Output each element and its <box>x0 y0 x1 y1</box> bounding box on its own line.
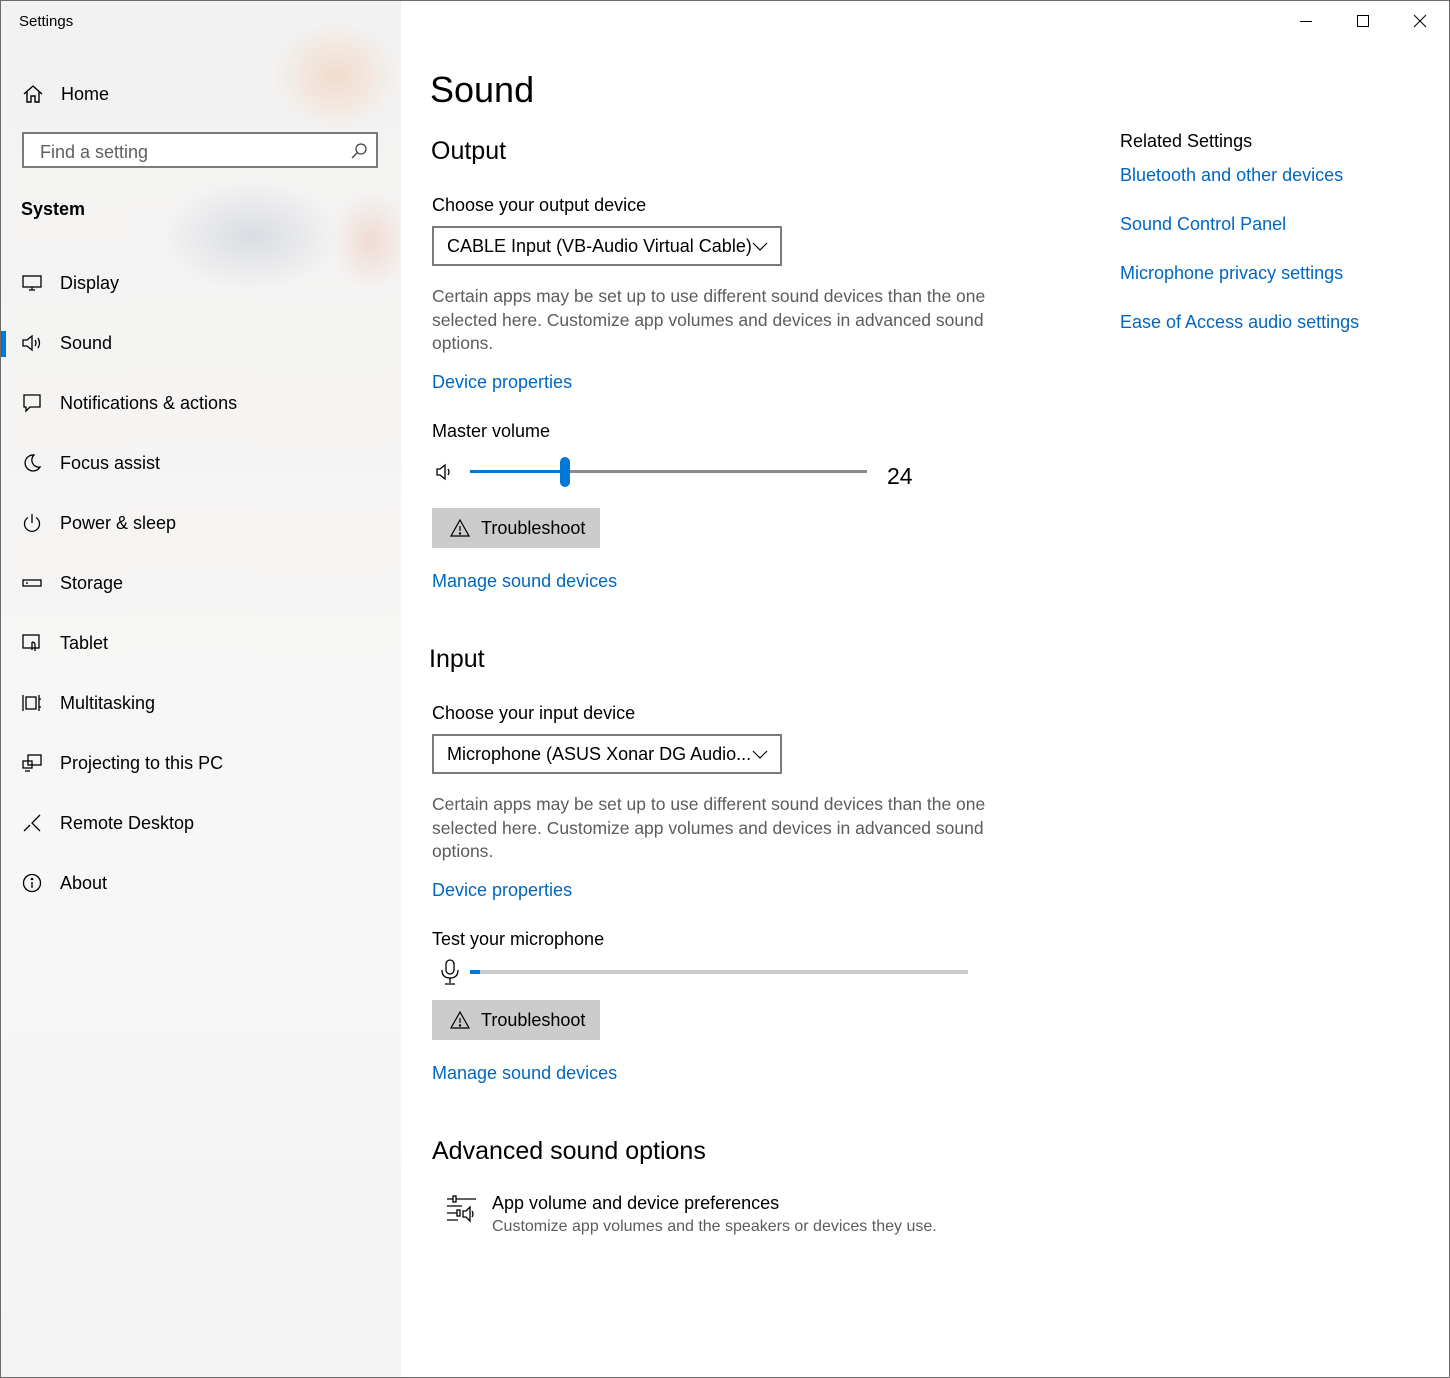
app-volume-preferences-item[interactable]: App volume and device preferences Custom… <box>446 1193 937 1236</box>
sidebar-item-label: Power & sleep <box>60 512 177 533</box>
home-label: Home <box>61 83 110 104</box>
sidebar-item-tablet[interactable]: Tablet <box>1 613 401 673</box>
info-icon <box>21 872 43 894</box>
sidebar-item-label: Storage <box>60 572 124 593</box>
sidebar-item-label: Notifications & actions <box>60 392 238 413</box>
sidebar-item-label: Sound <box>60 332 113 353</box>
input-device-properties-link[interactable]: Device properties <box>432 880 572 901</box>
home-icon <box>21 82 45 106</box>
sidebar: Settings Home System Dis <box>1 1 411 1377</box>
multitasking-icon <box>21 692 43 714</box>
maximize-icon <box>1357 15 1369 27</box>
sidebar-item-projecting[interactable]: Projecting to this PC <box>1 733 401 793</box>
main-content: Sound Output Choose your output device C… <box>401 1 1449 1377</box>
close-button[interactable] <box>1392 1 1448 41</box>
input-device-label: Choose your input device <box>432 703 636 723</box>
test-microphone-label: Test your microphone <box>432 929 605 949</box>
advanced-heading: Advanced sound options <box>432 1137 706 1165</box>
sidebar-item-notifications[interactable]: Notifications & actions <box>1 373 401 433</box>
minimize-icon <box>1300 21 1312 22</box>
input-manage-devices-link[interactable]: Manage sound devices <box>432 1063 617 1084</box>
sidebar-item-label: Multitasking <box>60 692 156 713</box>
search-input[interactable] <box>38 141 342 164</box>
master-volume-slider[interactable] <box>470 470 867 473</box>
chevron-down-icon <box>752 747 768 761</box>
sidebar-item-sound[interactable]: Sound <box>1 313 401 373</box>
display-icon <box>21 272 43 294</box>
sidebar-item-label: Projecting to this PC <box>60 752 224 773</box>
input-heading: Input <box>429 645 485 673</box>
output-troubleshoot-button[interactable]: Troubleshoot <box>432 508 600 548</box>
chevron-down-icon <box>752 239 768 253</box>
projecting-icon <box>21 752 43 774</box>
notification-icon <box>21 392 43 414</box>
maximize-button[interactable] <box>1335 1 1391 41</box>
input-device-value: Microphone (ASUS Xonar DG Audio... <box>447 744 752 764</box>
sidebar-nav: Display Sound Notifications & actions Fo… <box>1 253 401 913</box>
app-volume-title: App volume and device preferences <box>492 1193 780 1213</box>
search-box[interactable] <box>22 132 378 168</box>
troubleshoot-label: Troubleshoot <box>481 517 586 538</box>
related-settings-title: Related Settings <box>1120 131 1253 151</box>
page-title: Sound <box>430 69 535 110</box>
settings-window: Settings Home System Dis <box>0 0 1450 1378</box>
microphone-icon <box>439 958 461 991</box>
home-nav-item[interactable]: Home <box>21 79 109 109</box>
search-icon[interactable] <box>350 142 368 160</box>
microphone-level-meter <box>470 970 968 974</box>
sidebar-item-label: Focus assist <box>60 452 161 473</box>
sidebar-item-about[interactable]: About <box>1 853 401 913</box>
sidebar-item-label: Remote Desktop <box>60 812 195 833</box>
sidebar-item-label: Display <box>60 272 120 293</box>
sidebar-item-label: About <box>60 872 108 893</box>
sound-control-panel-link[interactable]: Sound Control Panel <box>1120 214 1286 235</box>
master-volume-fill <box>470 470 566 473</box>
sidebar-item-power-sleep[interactable]: Power & sleep <box>1 493 401 553</box>
sidebar-item-label: Tablet <box>60 632 109 653</box>
tablet-icon <box>21 632 43 654</box>
bluetooth-devices-link[interactable]: Bluetooth and other devices <box>1120 165 1343 186</box>
system-section-label: System <box>21 199 86 219</box>
output-device-properties-link[interactable]: Device properties <box>432 372 572 393</box>
input-device-dropdown[interactable]: Microphone (ASUS Xonar DG Audio... <box>432 734 782 774</box>
power-icon <box>21 512 43 534</box>
output-device-dropdown[interactable]: CABLE Input (VB-Audio Virtual Cable) <box>432 226 782 266</box>
warning-icon <box>449 1010 471 1030</box>
sidebar-item-remote-desktop[interactable]: Remote Desktop <box>1 793 401 853</box>
storage-icon <box>21 572 43 594</box>
sidebar-item-focus-assist[interactable]: Focus assist <box>1 433 401 493</box>
microphone-privacy-link[interactable]: Microphone privacy settings <box>1120 263 1343 284</box>
app-title: Settings <box>19 13 74 30</box>
sidebar-item-display[interactable]: Display <box>1 253 401 313</box>
close-icon <box>1413 14 1427 28</box>
microphone-level-fill <box>470 970 480 974</box>
sidebar-item-multitasking[interactable]: Multitasking <box>1 673 401 733</box>
speaker-icon <box>21 332 43 354</box>
ease-of-access-audio-link[interactable]: Ease of Access audio settings <box>1120 312 1359 333</box>
warning-icon <box>449 518 471 538</box>
input-description: Certain apps may be set up to use differ… <box>432 794 986 861</box>
output-description: Certain apps may be set up to use differ… <box>432 286 986 353</box>
output-device-value: CABLE Input (VB-Audio Virtual Cable) <box>447 236 752 256</box>
master-volume-thumb[interactable] <box>560 457 571 487</box>
remote-desktop-icon <box>21 812 43 834</box>
minimize-button[interactable] <box>1278 1 1334 41</box>
troubleshoot-label: Troubleshoot <box>481 1009 586 1030</box>
output-device-label: Choose your output device <box>432 195 647 215</box>
app-volume-description: Customize app volumes and the speakers o… <box>492 1218 937 1235</box>
sliders-speaker-icon <box>446 1193 478 1225</box>
sidebar-item-storage[interactable]: Storage <box>1 553 401 613</box>
master-volume-value: 24 <box>887 463 913 489</box>
output-manage-devices-link[interactable]: Manage sound devices <box>432 571 617 592</box>
volume-speaker-icon[interactable] <box>435 461 457 488</box>
input-troubleshoot-button[interactable]: Troubleshoot <box>432 1000 600 1040</box>
moon-icon <box>21 452 43 474</box>
output-heading: Output <box>431 137 507 165</box>
master-volume-label: Master volume <box>432 421 551 441</box>
